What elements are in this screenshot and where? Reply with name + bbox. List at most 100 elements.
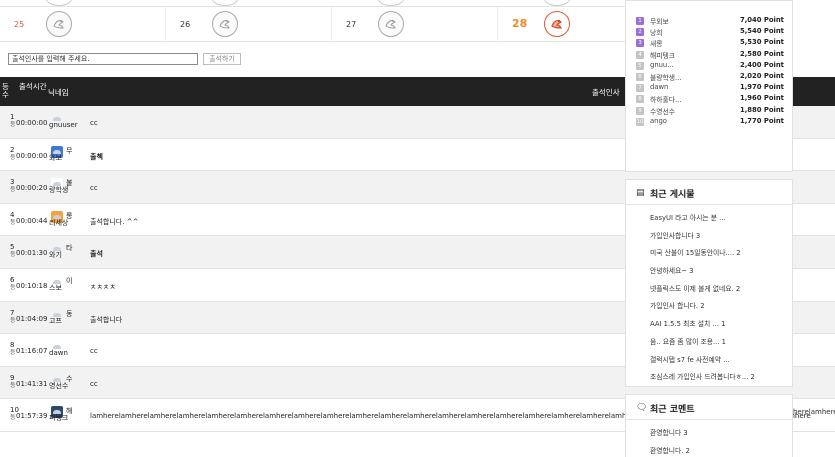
row-rank: 7등 [10,308,16,324]
rank-unit: 등 [10,283,16,291]
recent-posts-header: ▤ 최근 게시물 [626,180,792,205]
ranking-item[interactable]: 3 새롱 5,530 Point [626,37,792,48]
calendar-previous-week-edge [0,0,625,7]
recent-comment-link[interactable]: 환영합니다. 2 [626,443,792,457]
nickname-part-a[interactable]: 무 [66,146,72,156]
row-rank: 1등 [10,113,16,129]
ranking-item[interactable]: 8 하하훌다... 1,960 Point [626,93,792,104]
ranking-points: 1,770 Point [740,116,784,125]
row-time: 00:00:00 [16,119,48,127]
ranking-member-name: 해피텡크 [650,51,676,60]
rank-number: 3 [10,178,15,187]
calendar-day-number: 25 [14,20,25,29]
nickname-part-a[interactable]: 이 [66,276,72,286]
recent-comments-list: 환영합니다 3 환영합니다. 2 [626,420,792,457]
list-icon: ▤ [636,188,645,198]
row-rank: 3등 [10,178,16,194]
recent-posts-panel: ▤ 최근 게시물 EasyUI 라고 아시는 분 ... 가입인사합니다 3 미국 … [625,179,793,387]
rank-badge: 10 [636,117,644,126]
ranking-item[interactable]: 10 ango 1,770 Point [626,116,792,127]
ranking-member-name: 수영선수 [650,107,676,116]
row-greeting: 출석합니다. ^^ [90,217,139,226]
ranking-item[interactable]: 1 무외보 7,040 Point [626,15,792,26]
greeting-input[interactable] [8,53,198,65]
nickname-part-b[interactable]: dawn [49,350,68,357]
stamp-icon [46,11,72,37]
row-greeting: cc [90,184,98,193]
nickname-part-b[interactable]: 량학생 [49,187,68,194]
ranking-item[interactable]: 6 불량학생... 2,020 Point [626,71,792,82]
recent-post-link[interactable]: EasyUI 라고 아시는 분 ... [626,210,792,228]
ranking-item[interactable]: 2 낭희 5,540 Point [626,26,792,37]
ranking-item[interactable]: 7 dawn 1,970 Point [626,82,792,93]
calendar-day-cell[interactable]: 25 [0,7,166,42]
rank-number: 1 [10,113,15,121]
rank-badge: 7 [636,84,644,93]
rank-number: 8 [10,341,15,350]
recent-posts-list: EasyUI 라고 아시는 분 ... 가입인사합니다 3 미국 산불이 15일동안… [626,205,792,387]
ranking-member-name: ango [650,116,667,125]
recent-post-link[interactable]: 가입인사 합니다. 2 [626,298,792,316]
rank-badge: 1 [636,17,644,25]
ranking-member-name: 무외보 [650,18,669,26]
rank-unit: 등 [10,186,16,194]
row-time: 01:57:39 [16,412,48,421]
ranking-item[interactable]: 5 gnuu... 2,400 Point [626,60,792,71]
nickname-part-b[interactable]: 리세상 [49,219,68,227]
calendar-day-cell[interactable]: 27 [332,7,498,42]
recent-post-link[interactable]: 안녕하세요~ 3 [626,263,792,281]
calendar-day-cell[interactable]: 28 [498,7,625,42]
recent-post-link[interactable]: 미국 산불이 15일동안이나.... 2 [626,245,792,263]
ranking-points: 2,580 Point [740,49,784,58]
stamp-icon [212,11,238,37]
rank-badge: 9 [636,106,644,115]
recent-posts-title: 최근 게시물 [650,190,695,200]
rank-number: 2 [10,145,15,154]
row-time: 00:00:44 [16,216,48,225]
header-rank: 등수 [2,82,9,99]
rank-unit: 등 [10,121,16,128]
ranking-member-name: gnuu... [650,60,674,69]
row-rank: 8등 [10,341,16,357]
recent-comments-panel: 🗨 최근 코멘트 환영합니다 3 환영합니다. 2 [625,394,793,457]
nickname-part-b[interactable]: 영선수 [49,382,68,390]
stamp-icon [544,0,570,6]
row-time: 01:16:07 [16,347,48,356]
ranking-item[interactable]: 9 수영선수 1,880 Point [626,105,792,116]
nickname-part-b[interactable]: 스보 [49,284,62,292]
nickname-part-b[interactable]: 와기 [49,252,62,259]
recent-post-link[interactable]: 음.. 요즘 좀 많이 조용... 1 [626,334,792,352]
calendar-day-cell[interactable]: 26 [166,7,332,42]
recent-post-link[interactable]: 조심스레 가입인사 드려봅니다ㅎ... 2 [626,369,792,387]
rank-number: 7 [10,308,15,317]
recent-post-link[interactable]: 가입인사합니다 3 [626,228,792,246]
stamp-icon [46,0,72,6]
rank-unit: 등 [10,218,16,226]
row-rank: 6등 [10,276,16,291]
rank-number: 4 [10,210,15,219]
nickname-part-b[interactable]: 피텡크 [49,415,68,422]
comment-icon: 🗨 [636,403,648,413]
nickname-part-a[interactable]: 동 [66,309,72,319]
ranking-member-name: 낭희 [650,29,663,38]
recent-post-link[interactable]: AAI 1.5.5 최초 설치 ... 1 [626,316,792,334]
recent-comment-link[interactable]: 환영합니다 3 [626,425,792,443]
rank-badge: 8 [636,95,644,104]
rank-number: 5 [10,243,15,252]
calendar-week-row: 25 26 27 28 [0,7,625,42]
point-ranking-list: 1 무외보 7,040 Point 2 낭희 5,540 Point 3 새롱 5,530 Po… [626,1,792,127]
nickname-part-a[interactable]: 타 [66,243,72,253]
nickname-part-b[interactable]: 와보 [49,154,62,162]
row-rank: 9등 [10,373,16,389]
ranking-points: 1,970 Point [740,83,784,92]
rank-badge: 5 [636,61,644,70]
rank-number: 9 [10,373,15,382]
row-time: 00:10:18 [16,281,48,290]
rank-badge: 4 [636,50,644,59]
nickname-part-b[interactable]: 고프 [49,317,62,325]
nickname-part-b[interactable]: gnuuser [49,122,78,129]
ranking-item[interactable]: 4 해피텡크 2,580 Point [626,49,792,60]
attend-button[interactable]: 출석하기 [203,53,241,65]
recent-post-link[interactable]: 넷플릭스도 이제 볼게 없네요. 2 [626,281,792,299]
recent-post-link[interactable]: 갤럭시탭 s7 fe 사전예약 ... [626,352,792,370]
